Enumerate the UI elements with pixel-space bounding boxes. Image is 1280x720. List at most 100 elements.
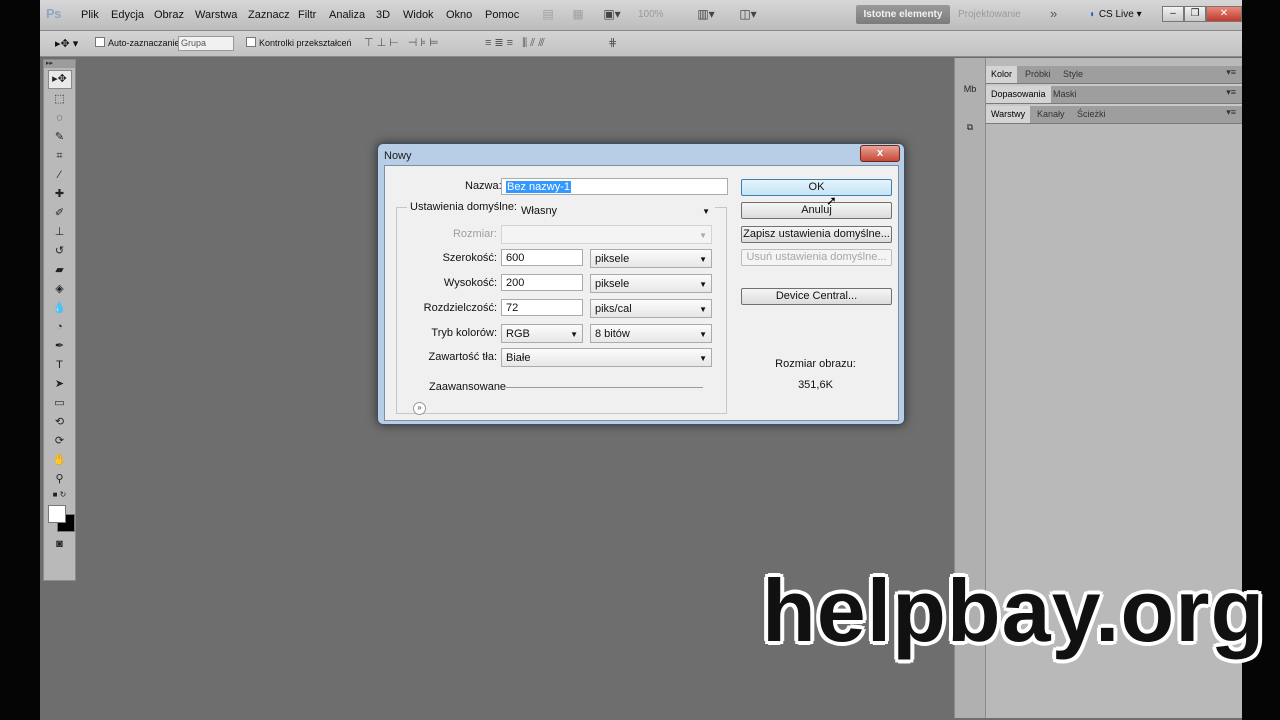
name-field[interactable]: Bez nazwy-1 bbox=[501, 178, 728, 195]
zoom-tool-icon[interactable]: ⚲ bbox=[49, 471, 71, 488]
watermark: helpbay.org bbox=[762, 561, 1266, 660]
workspace-essentials-button[interactable]: Istotne elementy bbox=[856, 5, 950, 24]
minimize-button[interactable]: – bbox=[1162, 6, 1184, 22]
preset-label: Ustawienia domyślne: bbox=[407, 201, 520, 213]
brush-tool-icon[interactable]: ✐ bbox=[49, 205, 71, 222]
move-tool-icon[interactable]: ▸✥ ▾ bbox=[55, 37, 78, 50]
width-unit-dropdown[interactable]: piksele ▼ bbox=[590, 249, 712, 268]
menu-okno[interactable]: Okno bbox=[446, 9, 472, 21]
tab-warstwy[interactable]: Warstwy bbox=[986, 106, 1031, 123]
advanced-label[interactable]: Zaawansowane bbox=[429, 381, 506, 393]
healing-brush-tool-icon[interactable]: ✚ bbox=[49, 186, 71, 203]
swap-colors-icon[interactable]: ■ ↻ bbox=[49, 490, 71, 500]
menu-analiza[interactable]: Analiza bbox=[329, 9, 365, 21]
type-tool-icon[interactable]: T bbox=[49, 357, 71, 374]
zoom-level[interactable]: 100% bbox=[638, 9, 664, 20]
marquee-tool-icon[interactable]: ⬚ bbox=[49, 91, 71, 108]
workspace-more-icon[interactable]: » bbox=[1050, 6, 1057, 21]
menu-zaznacz[interactable]: Zaznacz bbox=[248, 9, 290, 21]
menu-obraz[interactable]: Obraz bbox=[154, 9, 184, 21]
resolution-label: Rozdzielczość: bbox=[423, 302, 497, 314]
rectangle-tool-icon[interactable]: ▭ bbox=[49, 395, 71, 412]
background-dropdown[interactable]: Białe ▼ bbox=[501, 348, 712, 367]
menu-plik[interactable]: Plik bbox=[81, 9, 99, 21]
foreground-color-swatch[interactable] bbox=[47, 505, 66, 523]
3d-orbit-tool-icon[interactable]: ⟳ bbox=[49, 433, 71, 450]
color-swatches[interactable] bbox=[47, 504, 75, 534]
mini-bridge-panel-icon[interactable]: Mb bbox=[959, 80, 981, 98]
new-document-dialog: Nowy x Nazwa: Bez nazwy-1 Ustawienia dom… bbox=[377, 143, 905, 425]
tools-panel-header[interactable]: ▸▸ bbox=[44, 60, 75, 68]
blur-tool-icon[interactable]: 💧 bbox=[49, 300, 71, 317]
app-logo: Ps bbox=[46, 6, 61, 21]
device-central-button[interactable]: Device Central... bbox=[741, 288, 892, 305]
quick-mask-icon[interactable]: ◙ bbox=[49, 536, 71, 553]
panel-group-color: Kolor Próbki Style ▾≡ bbox=[986, 66, 1242, 84]
letterbox-left bbox=[0, 0, 40, 720]
bit-depth-dropdown[interactable]: 8 bitów ▼ bbox=[590, 324, 712, 343]
width-field[interactable]: 600 bbox=[501, 249, 583, 266]
move-tool-icon[interactable]: ▸✥ bbox=[47, 70, 72, 89]
dialog-close-button[interactable]: x bbox=[860, 145, 900, 162]
menu-warstwa[interactable]: Warstwa bbox=[195, 9, 237, 21]
cs-live-button[interactable]: ◐ CS Live ▾ bbox=[1090, 9, 1142, 20]
bridge-icon[interactable]: ▤ bbox=[537, 6, 559, 23]
tab-style[interactable]: Style bbox=[1058, 66, 1088, 83]
restore-button[interactable]: ❐ bbox=[1184, 6, 1206, 22]
lasso-tool-icon[interactable]: ◌ bbox=[49, 110, 71, 127]
panel-group-layers: Warstwy Kanały Ścieżki ▾≡ bbox=[986, 106, 1242, 124]
preset-dropdown[interactable]: Własny ▼ bbox=[516, 201, 715, 220]
cancel-button[interactable]: Anuluj bbox=[741, 202, 892, 219]
height-field[interactable]: 200 bbox=[501, 274, 583, 291]
transform-controls-checkbox[interactable]: Kontrolki przekształceń bbox=[246, 37, 352, 48]
hand-tool-icon[interactable]: ✋ bbox=[49, 452, 71, 469]
menu-filtr[interactable]: Filtr bbox=[298, 9, 316, 21]
name-label: Nazwa: bbox=[465, 180, 502, 192]
quick-selection-tool-icon[interactable]: ✎ bbox=[49, 129, 71, 146]
tab-probki[interactable]: Próbki bbox=[1020, 66, 1056, 83]
view-extras-icon[interactable]: ▣▾ bbox=[601, 6, 623, 23]
ok-button[interactable]: OK bbox=[741, 179, 892, 196]
dodge-tool-icon[interactable]: ◔ bbox=[49, 319, 71, 336]
panel-menu-icon[interactable]: ▾≡ bbox=[1226, 67, 1236, 78]
tab-kanaly[interactable]: Kanały bbox=[1032, 106, 1070, 123]
screen-mode-icon[interactable]: ◫▾ bbox=[737, 6, 759, 23]
crop-tool-icon[interactable]: ⌗ bbox=[49, 148, 71, 165]
tab-dopasowania[interactable]: Dopasowania bbox=[986, 86, 1051, 103]
panel-menu-icon[interactable]: ▾≡ bbox=[1226, 87, 1236, 98]
height-label: Wysokość: bbox=[443, 277, 497, 289]
clone-stamp-tool-icon[interactable]: ⊥ bbox=[49, 224, 71, 241]
save-preset-button[interactable]: Zapisz ustawienia domyślne... bbox=[741, 226, 892, 243]
eyedropper-tool-icon[interactable]: ⁄ bbox=[49, 167, 71, 184]
tab-sciezki[interactable]: Ścieżki bbox=[1072, 106, 1111, 123]
paint-bucket-tool-icon[interactable]: ◈ bbox=[49, 281, 71, 298]
arrange-documents-icon[interactable]: ▥▾ bbox=[695, 6, 717, 23]
menu-edycja[interactable]: Edycja bbox=[111, 9, 144, 21]
pen-tool-icon[interactable]: ✒ bbox=[49, 338, 71, 355]
resolution-unit-dropdown[interactable]: piks/cal ▼ bbox=[590, 299, 712, 318]
panel-menu-icon[interactable]: ▾≡ bbox=[1226, 107, 1236, 118]
eraser-tool-icon[interactable]: ▰ bbox=[49, 262, 71, 279]
height-unit-dropdown[interactable]: piksele ▼ bbox=[590, 274, 712, 293]
resolution-field[interactable]: 72 bbox=[501, 299, 583, 316]
tab-maski[interactable]: Maski bbox=[1048, 86, 1082, 103]
auto-select-dropdown[interactable]: Grupa bbox=[178, 36, 234, 51]
path-selection-tool-icon[interactable]: ➤ bbox=[49, 376, 71, 393]
auto-select-checkbox[interactable]: Auto-zaznaczanie: bbox=[95, 37, 182, 48]
distribute-icons[interactable]: ≡≣≡ ⫼⫽⫻ bbox=[485, 36, 548, 50]
align-icons[interactable]: ⊤⊥⊢ ⊣⊧⊨ bbox=[364, 36, 442, 49]
auto-align-icon[interactable]: ⋕ bbox=[608, 36, 620, 49]
menu-pomoc[interactable]: Pomoc bbox=[485, 9, 519, 21]
close-window-button[interactable]: ✕ bbox=[1206, 6, 1242, 22]
color-mode-dropdown[interactable]: RGB ▼ bbox=[501, 324, 583, 343]
history-brush-tool-icon[interactable]: ↺ bbox=[49, 243, 71, 260]
menu-3d[interactable]: 3D bbox=[376, 9, 390, 21]
menu-widok[interactable]: Widok bbox=[403, 9, 434, 21]
3d-rotate-tool-icon[interactable]: ⟲ bbox=[49, 414, 71, 431]
history-panel-icon[interactable]: ⧉ bbox=[959, 118, 981, 136]
mini-bridge-icon[interactable]: ▦ bbox=[567, 6, 589, 23]
advanced-toggle-icon[interactable]: » bbox=[413, 402, 426, 415]
tab-kolor[interactable]: Kolor bbox=[986, 66, 1018, 83]
menu-bar: Ps Plik Edycja Obraz Warstwa Zaznacz Fil… bbox=[40, 0, 1242, 31]
workspace-design-button[interactable]: Projektowanie bbox=[958, 9, 1021, 20]
